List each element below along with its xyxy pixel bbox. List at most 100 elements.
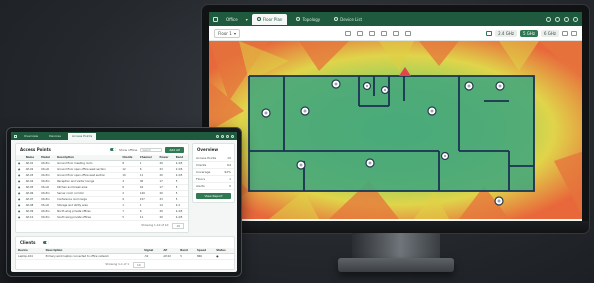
summary-item: Access Points 10 [193, 155, 234, 162]
clients-table: Device Description Signal AP Band Speed Status… [16, 248, 234, 260]
table-cell: Laptop-104 [16, 253, 44, 260]
chevron-down-icon: ▾ [245, 16, 248, 22]
map-toolbar: Floor 1 ▾ 2.4 GHz 5 GHz 6 GHz [209, 26, 582, 41]
table-cell: -52 [142, 253, 162, 260]
table-row[interactable]: Laptop-104 Primary work laptop connected … [16, 253, 234, 260]
app-bar-actions [546, 16, 578, 22]
summary-value: 10 [227, 156, 231, 160]
overview-title: Overview [197, 147, 219, 152]
laptop-screen: Overview Devices Access Points Access Po… [11, 132, 237, 272]
help-icon[interactable] [555, 16, 560, 22]
summary-label: Coverage [196, 170, 211, 174]
download-icon[interactable] [571, 30, 577, 36]
table-cell: 5 [178, 253, 195, 260]
home-icon[interactable] [14, 134, 17, 138]
wall-tool-icon[interactable] [369, 30, 375, 36]
table-cell: 2.4/5 [173, 214, 188, 221]
table-cell: South wing private offices [55, 214, 121, 221]
heatmap-icon[interactable] [486, 30, 493, 36]
show-offline-label: Show offline [119, 147, 138, 152]
redo-icon[interactable] [357, 30, 363, 36]
band-2g-toggle[interactable]: 2.4 GHz [495, 29, 517, 37]
summary-value: 92% [224, 170, 231, 174]
tab-topology[interactable]: Topology [291, 14, 325, 25]
table-cell: 5 [120, 214, 138, 221]
monitor-stand-base [338, 258, 454, 272]
search-input[interactable]: Search [140, 147, 163, 152]
page-size-select[interactable]: 10 [133, 262, 145, 268]
avatar[interactable] [573, 16, 578, 22]
pagination-summary: Showing 1-10 of 10 [141, 223, 169, 227]
table-row[interactable]: ● AP-10 U6-Pro South wing private offices 5 1… [16, 214, 188, 221]
summary-label: Access Points [196, 156, 217, 160]
tab-overview[interactable]: Overview [20, 133, 42, 140]
list-icon [334, 17, 339, 21]
fullscreen-icon[interactable] [562, 30, 568, 36]
ap-card-controls: Show offline Search Add AP [106, 146, 188, 153]
app-bar: Office ▾ Floor Plan Topology Device List [209, 12, 582, 26]
avatar[interactable] [231, 134, 234, 138]
settings-icon[interactable] [564, 16, 569, 22]
access-points-card: Access Points Show offline Search Add AP… [15, 143, 189, 233]
access-points-table: Name Model Description Clients Channel Power B… [16, 155, 188, 221]
add-ap-button[interactable]: Add AP [165, 146, 184, 153]
summary-value: 64 [227, 163, 231, 167]
undo-icon[interactable] [345, 30, 351, 36]
floor-select[interactable]: Floor 1 ▾ [214, 28, 240, 38]
show-offline-toggle[interactable] [110, 148, 116, 151]
clients-toggle[interactable] [42, 241, 49, 244]
tab-label: Device List [340, 16, 363, 22]
table-cell: ● [214, 253, 234, 260]
coverage-heatmap[interactable] [209, 41, 582, 219]
help-icon[interactable] [221, 134, 224, 138]
pagination-summary: Showing 1-1 of 1 [105, 262, 130, 266]
summary-item: Coverage 92% [193, 169, 234, 176]
access-points-title: Access Points [20, 147, 51, 152]
chevron-down-icon: ▾ [233, 30, 236, 36]
tab-label: Topology [302, 16, 321, 22]
clients-card: Clients Device Description Signal AP Band Spe… [15, 236, 235, 270]
ap-tool-icon[interactable] [381, 30, 387, 36]
summary-item: Clients 64 [193, 162, 234, 169]
eraser-icon[interactable] [405, 30, 411, 36]
measure-icon[interactable] [393, 30, 399, 36]
tab-label: Floor Plan [262, 16, 283, 22]
monitor: Office ▾ Floor Plan Topology Device List… [201, 4, 590, 234]
band-5g-toggle[interactable]: 5 GHz [519, 29, 538, 37]
floor-select-value: Floor 1 [218, 30, 232, 36]
home-icon[interactable] [213, 16, 218, 22]
table-cell: U6-Pro [39, 214, 56, 221]
monitor-chin [202, 221, 589, 233]
table-cell: 866 [195, 253, 215, 260]
notification-icon[interactable] [216, 134, 219, 138]
table-cell: 20 [157, 214, 174, 221]
table-cell: AP-02 [161, 253, 179, 260]
view-report-button[interactable]: View Report [196, 193, 231, 199]
table-cell: Primary work laptop connected to office … [43, 253, 143, 260]
summary-value: 0 [229, 184, 231, 188]
table-cell: 11 [137, 214, 158, 221]
tab-label: Devices [49, 134, 61, 138]
tab-devices[interactable]: Devices [45, 133, 65, 140]
page-size-select[interactable]: 10 [172, 223, 184, 229]
status-icon: ● [16, 214, 24, 221]
summary-label: Floors [196, 177, 206, 181]
clients-title: Clients [20, 240, 36, 245]
tab-access-points[interactable]: Access Points [67, 132, 97, 140]
laptop: Overview Devices Access Points Access Po… [6, 127, 242, 277]
summary-label: Alerts [196, 184, 205, 188]
topology-icon [296, 17, 301, 21]
band-6g-toggle[interactable]: 6 GHz [540, 29, 559, 37]
floor-area [249, 76, 534, 191]
summary-item: Floors 1 [193, 176, 234, 183]
band-toggles: 2.4 GHz 5 GHz 6 GHz [486, 29, 577, 37]
project-selector[interactable]: Office [222, 17, 242, 22]
tab-floor-plan[interactable]: Floor Plan [251, 13, 288, 25]
tab-device-list[interactable]: Device List [329, 14, 367, 25]
map-tools [345, 30, 411, 36]
settings-icon[interactable] [226, 134, 229, 138]
layers-icon [256, 17, 261, 21]
notification-icon[interactable] [546, 16, 551, 22]
table-cell: AP-10 [23, 214, 40, 221]
monitor-stand-neck [352, 233, 440, 259]
